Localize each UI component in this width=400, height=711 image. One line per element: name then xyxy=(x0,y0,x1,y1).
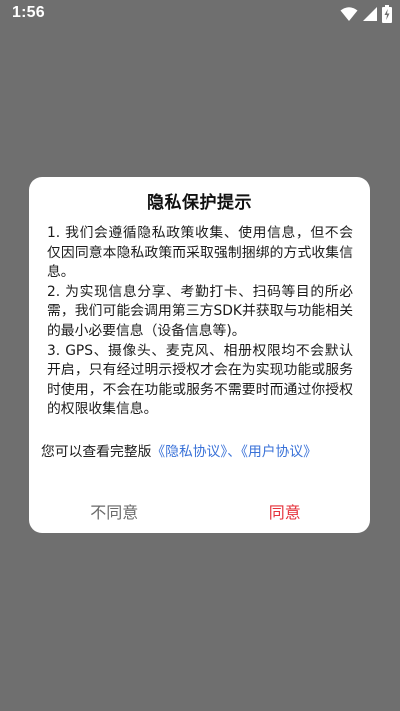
dialog-title: 隐私保护提示 xyxy=(147,193,252,213)
dialog-body: 1. 我们会遵循隐私政策收集、使用信息，但不会仅因同意本隐私政策而采取强制捆绑的… xyxy=(47,224,353,420)
privacy-agreement-link[interactable]: 《隐私协议》 xyxy=(151,444,227,460)
agree-button[interactable]: 同意 xyxy=(200,492,371,530)
policy-paragraph-3: 3. GPS、摄像头、麦克风、相册权限均不会默认开启，只有经过明示授权才会在为实… xyxy=(47,342,353,418)
status-time: 1:56 xyxy=(12,4,45,21)
agreement-prefix: 您可以查看完整版 xyxy=(41,444,152,460)
dialog-button-row: 不同意 同意 xyxy=(29,492,370,530)
signal-icon xyxy=(362,6,378,22)
policy-paragraph-2: 2. 为实现信息分享、考勤打卡、扫码等目的所必需，我们可能会调用第三方SDK并获… xyxy=(47,283,353,339)
user-agreement-link[interactable]: 《用户协议》 xyxy=(241,444,317,460)
agreement-line: 您可以查看完整版《隐私协议》、《用户协议》 xyxy=(41,440,366,460)
battery-charging-icon xyxy=(382,5,392,23)
status-bar: 1:56 xyxy=(0,0,400,28)
agreement-separator: 、 xyxy=(227,444,242,460)
privacy-dialog: 隐私保护提示 1. 我们会遵循隐私政策收集、使用信息，但不会仅因同意本隐私政策而… xyxy=(29,177,370,533)
disagree-button[interactable]: 不同意 xyxy=(29,492,200,530)
status-icons xyxy=(340,5,392,23)
wifi-icon xyxy=(340,6,358,22)
policy-paragraph-1: 1. 我们会遵循隐私政策收集、使用信息，但不会仅因同意本隐私政策而采取强制捆绑的… xyxy=(47,225,353,281)
